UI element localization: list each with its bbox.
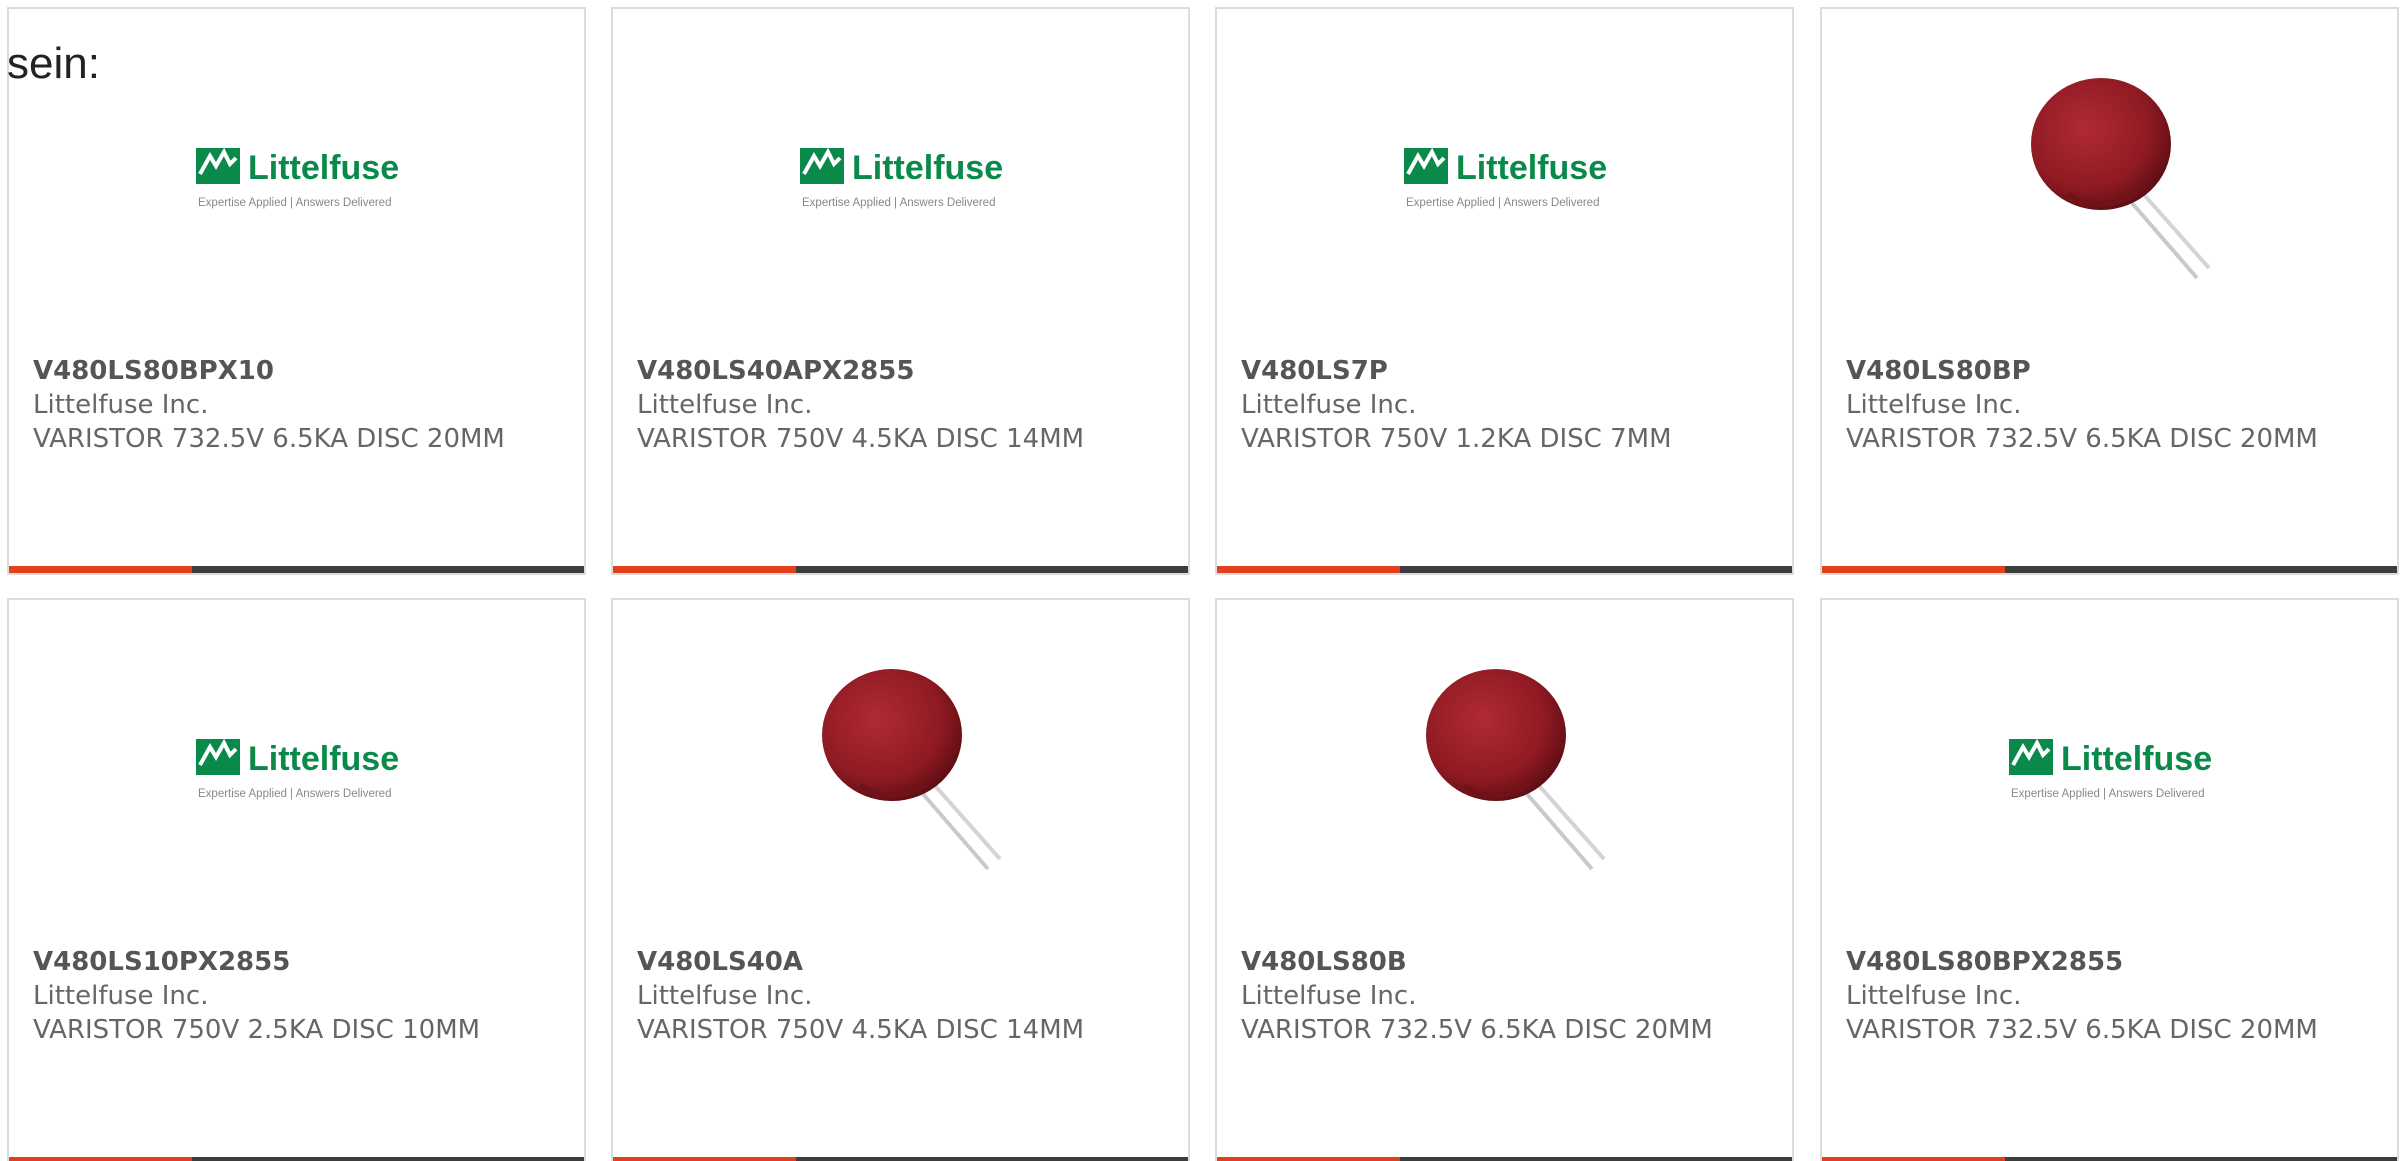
description: VARISTOR 732.5V 6.5KA DISC 20MM	[1846, 424, 2318, 454]
svg-text:Littelfuse: Littelfuse	[1456, 149, 1607, 187]
product-info: V480LS80BPX10 Littelfuse Inc. VARISTOR 7…	[33, 354, 553, 456]
product-info: V480LS10PX2855 Littelfuse Inc. VARISTOR …	[33, 945, 553, 1047]
description: VARISTOR 732.5V 6.5KA DISC 20MM	[1241, 1015, 1713, 1045]
svg-text:Littelfuse: Littelfuse	[248, 740, 399, 778]
littelfuse-logo: Littelfuse Expertise Applied | Answers De…	[2009, 667, 2214, 872]
bar-accent	[1822, 566, 2005, 573]
manufacturer: Littelfuse Inc.	[1241, 390, 1417, 420]
intro-text: sein:	[7, 39, 100, 88]
part-number-link[interactable]: V480LS7P	[1241, 354, 1761, 388]
part-number-link[interactable]: V480LS80BPX10	[33, 354, 553, 388]
product-info: V480LS7P Littelfuse Inc. VARISTOR 750V 1…	[1241, 354, 1761, 456]
part-number-link[interactable]: V480LS40APX2855	[637, 354, 1157, 388]
littelfuse-mark-icon	[196, 738, 240, 775]
bar-accent	[9, 566, 192, 573]
bar-accent	[1217, 566, 1400, 573]
manufacturer: Littelfuse Inc.	[1846, 981, 2022, 1011]
card-bottom-bar	[9, 566, 584, 573]
manufacturer: Littelfuse Inc.	[637, 390, 813, 420]
product-card[interactable]: V480LS80BP Littelfuse Inc. VARISTOR 732.…	[1820, 7, 2399, 575]
svg-text:Expertise Applied | Answers De: Expertise Applied | Answers Delivered	[1406, 197, 1599, 209]
manufacturer: Littelfuse Inc.	[637, 981, 813, 1011]
littelfuse-mark-icon	[1404, 147, 1448, 184]
product-card[interactable]: V480LS40A Littelfuse Inc. VARISTOR 750V …	[611, 598, 1190, 1161]
part-number-link[interactable]: V480LS10PX2855	[33, 945, 553, 979]
product-info: V480LS80BPX2855 Littelfuse Inc. VARISTOR…	[1846, 945, 2366, 1047]
card-bottom-bar	[613, 566, 1188, 573]
card-bottom-bar	[1217, 566, 1792, 573]
description: VARISTOR 750V 4.5KA DISC 14MM	[637, 424, 1085, 454]
varistor-disc-image	[800, 667, 1005, 872]
product-card[interactable]: Littelfuse Expertise Applied | Answers De…	[7, 598, 586, 1161]
description: VARISTOR 750V 2.5KA DISC 10MM	[33, 1015, 481, 1045]
svg-text:Expertise Applied | Answers De: Expertise Applied | Answers Delivered	[198, 788, 391, 800]
card-bottom-bar	[613, 1157, 1188, 1161]
svg-text:Expertise Applied | Answers De: Expertise Applied | Answers Delivered	[198, 197, 391, 209]
bar-accent	[9, 1157, 192, 1161]
littelfuse-mark-icon	[2009, 738, 2053, 775]
bar-accent	[1217, 1157, 1400, 1161]
product-card[interactable]: Littelfuse Expertise Applied | Answers De…	[1215, 7, 1794, 575]
product-info: V480LS80B Littelfuse Inc. VARISTOR 732.5…	[1241, 945, 1761, 1047]
bar-accent	[613, 1157, 796, 1161]
varistor-disc-image	[1404, 667, 1609, 872]
card-bottom-bar	[1822, 566, 2397, 573]
svg-text:Littelfuse: Littelfuse	[852, 149, 1003, 187]
product-info: V480LS40APX2855 Littelfuse Inc. VARISTOR…	[637, 354, 1157, 456]
littelfuse-logo: Littelfuse Expertise Applied | Answers De…	[196, 667, 401, 872]
littelfuse-logo: Littelfuse Expertise Applied | Answers De…	[800, 76, 1005, 281]
description: VARISTOR 732.5V 6.5KA DISC 20MM	[1846, 1015, 2318, 1045]
part-number-link[interactable]: V480LS40A	[637, 945, 1157, 979]
manufacturer: Littelfuse Inc.	[33, 390, 209, 420]
product-info: V480LS80BP Littelfuse Inc. VARISTOR 732.…	[1846, 354, 2366, 456]
littelfuse-logo: Littelfuse Expertise Applied | Answers De…	[196, 76, 401, 281]
part-number-link[interactable]: V480LS80B	[1241, 945, 1761, 979]
varistor-disc-image	[2009, 76, 2214, 281]
part-number-link[interactable]: V480LS80BPX2855	[1846, 945, 2366, 979]
manufacturer: Littelfuse Inc.	[1241, 981, 1417, 1011]
bar-accent	[1822, 1157, 2005, 1161]
card-bottom-bar	[1822, 1157, 2397, 1161]
littelfuse-logo: Littelfuse Expertise Applied | Answers De…	[1404, 76, 1609, 281]
svg-text:Expertise Applied | Answers De: Expertise Applied | Answers Delivered	[2011, 788, 2204, 800]
product-card[interactable]: Littelfuse Expertise Applied | Answers De…	[611, 7, 1190, 575]
product-card[interactable]: Littelfuse Expertise Applied | Answers De…	[1820, 598, 2399, 1161]
bar-accent	[613, 566, 796, 573]
description: VARISTOR 750V 4.5KA DISC 14MM	[637, 1015, 1085, 1045]
littelfuse-mark-icon	[196, 147, 240, 184]
manufacturer: Littelfuse Inc.	[1846, 390, 2022, 420]
card-bottom-bar	[9, 1157, 584, 1161]
card-bottom-bar	[1217, 1157, 1792, 1161]
part-number-link[interactable]: V480LS80BP	[1846, 354, 2366, 388]
manufacturer: Littelfuse Inc.	[33, 981, 209, 1011]
product-grid: Littelfuse Expertise Applied | Answers De…	[0, 0, 2400, 1161]
product-info: V480LS40A Littelfuse Inc. VARISTOR 750V …	[637, 945, 1157, 1047]
littelfuse-mark-icon	[800, 147, 844, 184]
product-card[interactable]: V480LS80B Littelfuse Inc. VARISTOR 732.5…	[1215, 598, 1794, 1161]
description: VARISTOR 750V 1.2KA DISC 7MM	[1241, 424, 1672, 454]
description: VARISTOR 732.5V 6.5KA DISC 20MM	[33, 424, 505, 454]
svg-text:Littelfuse: Littelfuse	[248, 149, 399, 187]
svg-text:Expertise Applied | Answers De: Expertise Applied | Answers Delivered	[802, 197, 995, 209]
svg-text:Littelfuse: Littelfuse	[2061, 740, 2212, 778]
